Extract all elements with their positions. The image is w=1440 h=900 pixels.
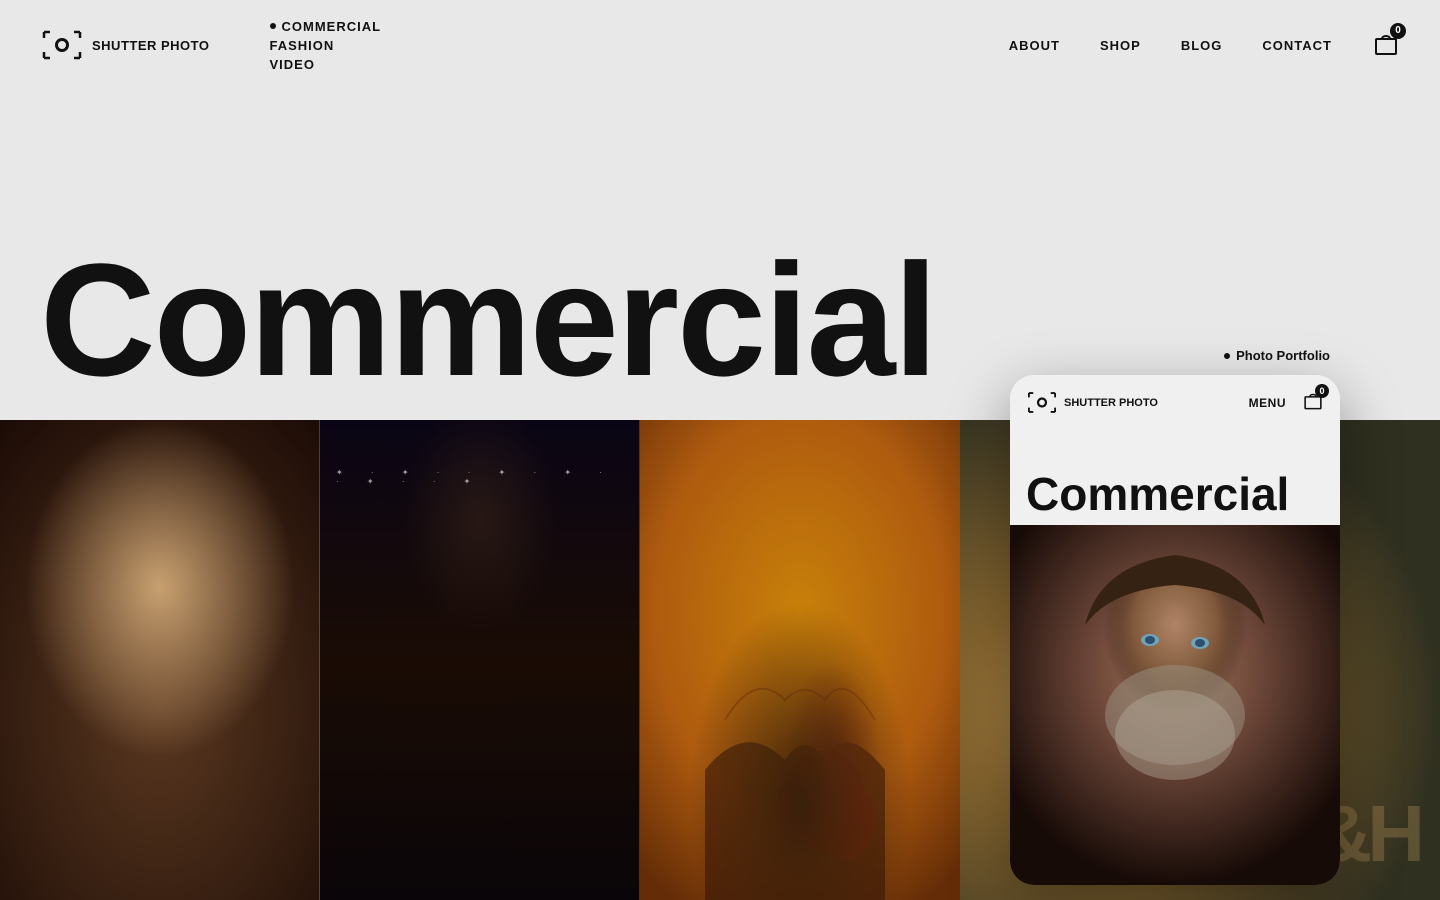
mobile-cart-button[interactable]: 0 bbox=[1302, 389, 1324, 416]
nav-shop[interactable]: SHOP bbox=[1100, 38, 1141, 53]
photo-portfolio-label: Photo Portfolio bbox=[1224, 348, 1330, 363]
logo-text: SHUTTER PHOTO bbox=[92, 38, 210, 53]
night-landscape-svg bbox=[320, 420, 640, 900]
photo-night bbox=[320, 420, 640, 900]
mobile-menu-label[interactable]: MENU bbox=[1249, 396, 1286, 410]
orange-bg-svg bbox=[640, 420, 960, 900]
mobile-photo-svg bbox=[1010, 525, 1340, 885]
nav-blog[interactable]: BLOG bbox=[1181, 38, 1223, 53]
nav-about[interactable]: ABOUT bbox=[1009, 38, 1060, 53]
site-header: SHUTTER PHOTO COMMERCIAL FASHION VIDEO A… bbox=[0, 0, 1440, 90]
nav-contact[interactable]: CONTACT bbox=[1262, 38, 1332, 53]
mobile-logo: SHUTTER PHOTO bbox=[1026, 390, 1158, 415]
photo-man-block[interactable] bbox=[0, 420, 320, 900]
mobile-hero-section: Commercial bbox=[1010, 430, 1340, 525]
photos-row bbox=[0, 420, 960, 900]
photo-orange bbox=[640, 420, 960, 900]
mobile-header: SHUTTER PHOTO MENU 0 bbox=[1010, 375, 1340, 430]
hero-title: Commercial bbox=[40, 240, 936, 400]
label-dot bbox=[1224, 353, 1230, 359]
mobile-photos bbox=[1010, 525, 1340, 885]
mobile-logo-icon bbox=[1026, 390, 1058, 415]
photo-orange-block[interactable] bbox=[640, 420, 960, 900]
nav-commercial[interactable]: COMMERCIAL bbox=[270, 19, 382, 34]
nav-video[interactable]: VIDEO bbox=[270, 57, 382, 72]
mobile-cart-count: 0 bbox=[1315, 384, 1329, 398]
header-right-nav: ABOUT SHOP BLOG CONTACT 0 bbox=[1009, 29, 1400, 62]
mobile-hero-title: Commercial bbox=[1026, 471, 1289, 517]
logo-icon bbox=[40, 28, 84, 62]
logo-link[interactable]: SHUTTER PHOTO bbox=[40, 28, 210, 62]
nav-fashion[interactable]: FASHION bbox=[270, 38, 382, 53]
photo-night-block[interactable] bbox=[320, 420, 640, 900]
dropdown-nav: COMMERCIAL FASHION VIDEO bbox=[270, 19, 382, 72]
mobile-header-right: MENU 0 bbox=[1249, 389, 1324, 416]
cart-count: 0 bbox=[1390, 23, 1406, 39]
hero-section: Commercial bbox=[0, 90, 1440, 420]
man-portrait-svg bbox=[0, 420, 320, 900]
photo-man bbox=[0, 420, 320, 900]
cart-button[interactable]: 0 bbox=[1372, 29, 1400, 62]
mobile-mockup: SHUTTER PHOTO MENU 0 Commercial bbox=[1010, 375, 1340, 885]
active-dot bbox=[270, 23, 276, 29]
